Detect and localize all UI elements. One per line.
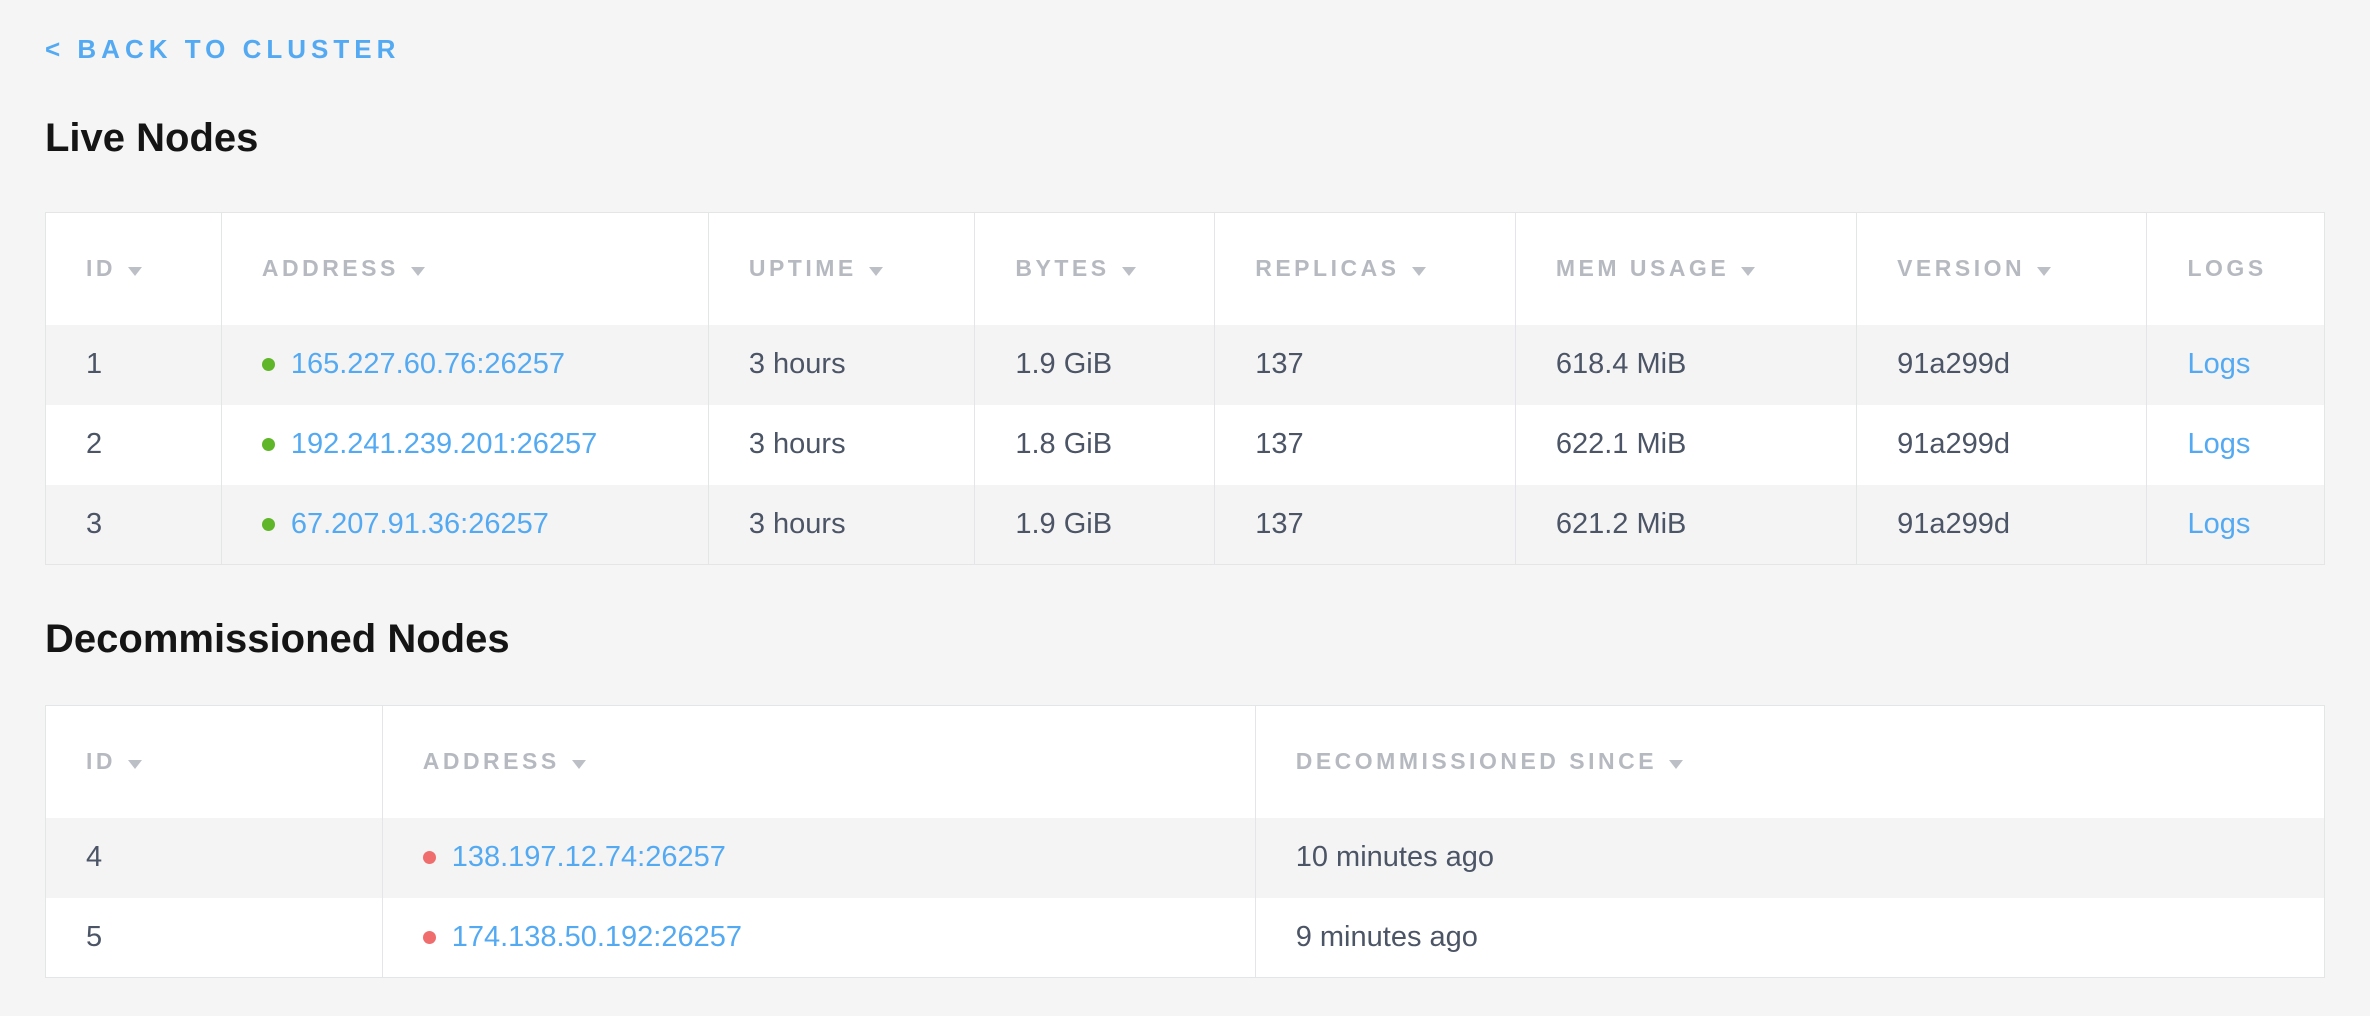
decommissioned-nodes-table: ID ADDRESS DECOMMISSIONED SINCE 4 138.197.12…	[45, 705, 2325, 978]
node-uptime-cell: 3 hours	[708, 405, 975, 485]
node-logs-cell: Logs	[2147, 485, 2325, 565]
decommissioned-since-cell: 9 minutes ago	[1255, 898, 2324, 978]
node-address-cell: 192.241.239.201:26257	[221, 405, 708, 485]
node-address-link[interactable]: 174.138.50.192:26257	[452, 921, 742, 953]
column-header-label: ID	[86, 748, 116, 774]
column-header-bytes[interactable]: BYTES	[975, 213, 1215, 325]
node-version-cell: 91a299d	[1857, 325, 2147, 405]
decommissioned-node-dot-icon	[423, 931, 436, 944]
live-node-dot-icon	[262, 518, 275, 531]
node-version-cell: 91a299d	[1857, 405, 2147, 485]
column-header-decommissioned-since[interactable]: DECOMMISSIONED SINCE	[1255, 706, 2324, 818]
table-row: 3 67.207.91.36:26257 3 hours1.9 GiB137621.…	[46, 485, 2325, 565]
node-id-cell: 4	[46, 818, 383, 898]
column-header-uptime[interactable]: UPTIME	[708, 213, 975, 325]
node-bytes-cell: 1.9 GiB	[975, 485, 1215, 565]
table-row: 2 192.241.239.201:26257 3 hours1.8 GiB1376…	[46, 405, 2325, 485]
sort-arrow-icon	[128, 267, 142, 276]
sort-arrow-icon	[1741, 267, 1755, 276]
table-header-row: ID ADDRESS UPTIME BYTES REPLICAS MEM USAGE VER…	[46, 213, 2325, 325]
sort-arrow-icon	[1122, 267, 1136, 276]
node-bytes-cell: 1.9 GiB	[975, 325, 1215, 405]
node-address-link[interactable]: 67.207.91.36:26257	[291, 508, 549, 540]
node-mem-usage-cell: 618.4 MiB	[1515, 325, 1856, 405]
node-address-link[interactable]: 165.227.60.76:26257	[291, 348, 565, 380]
table-row: 5 174.138.50.192:26257 9 minutes ago	[46, 898, 2325, 978]
column-header-label: LOGS	[2187, 255, 2266, 281]
live-node-dot-icon	[262, 358, 275, 371]
column-header-label: REPLICAS	[1255, 255, 1399, 281]
column-header-label: MEM USAGE	[1556, 255, 1729, 281]
logs-link[interactable]: Logs	[2187, 428, 2250, 460]
node-address-cell: 67.207.91.36:26257	[221, 485, 708, 565]
node-uptime-cell: 3 hours	[708, 485, 975, 565]
node-uptime-cell: 3 hours	[708, 325, 975, 405]
sort-arrow-icon	[1669, 760, 1683, 769]
node-id-cell: 1	[46, 325, 222, 405]
node-id-cell: 5	[46, 898, 383, 978]
decommissioned-since-cell: 10 minutes ago	[1255, 818, 2324, 898]
node-replicas-cell: 137	[1215, 325, 1516, 405]
node-version-cell: 91a299d	[1857, 485, 2147, 565]
sort-arrow-icon	[128, 760, 142, 769]
node-address-link[interactable]: 138.197.12.74:26257	[452, 841, 726, 873]
logs-link[interactable]: Logs	[2187, 508, 2250, 540]
table-header-row: ID ADDRESS DECOMMISSIONED SINCE	[46, 706, 2325, 818]
column-header-label: UPTIME	[749, 255, 857, 281]
logs-link[interactable]: Logs	[2187, 348, 2250, 380]
column-header-id[interactable]: ID	[46, 706, 383, 818]
table-row: 4 138.197.12.74:26257 10 minutes ago	[46, 818, 2325, 898]
node-replicas-cell: 137	[1215, 485, 1516, 565]
node-replicas-cell: 137	[1215, 405, 1516, 485]
sort-arrow-icon	[411, 267, 425, 276]
node-bytes-cell: 1.8 GiB	[975, 405, 1215, 485]
node-mem-usage-cell: 622.1 MiB	[1515, 405, 1856, 485]
column-header-version[interactable]: VERSION	[1857, 213, 2147, 325]
column-header-address[interactable]: ADDRESS	[382, 706, 1255, 818]
live-node-dot-icon	[262, 438, 275, 451]
column-header-label: ID	[86, 255, 116, 281]
column-header-mem-usage[interactable]: MEM USAGE	[1515, 213, 1856, 325]
node-mem-usage-cell: 621.2 MiB	[1515, 485, 1856, 565]
page: < BACK TO CLUSTER Live Nodes ID ADDRESS UP…	[0, 0, 2370, 978]
live-nodes-heading: Live Nodes	[45, 114, 2325, 162]
node-id-cell: 2	[46, 405, 222, 485]
column-header-label: BYTES	[1015, 255, 1109, 281]
column-header-label: ADDRESS	[423, 748, 560, 774]
column-header-id[interactable]: ID	[46, 213, 222, 325]
column-header-label: VERSION	[1897, 255, 2025, 281]
node-address-cell: 174.138.50.192:26257	[382, 898, 1255, 978]
node-logs-cell: Logs	[2147, 325, 2325, 405]
back-to-cluster-link[interactable]: < BACK TO CLUSTER	[45, 34, 400, 64]
sort-arrow-icon	[2037, 267, 2051, 276]
node-id-cell: 3	[46, 485, 222, 565]
column-header-replicas[interactable]: REPLICAS	[1215, 213, 1516, 325]
node-logs-cell: Logs	[2147, 405, 2325, 485]
decommissioned-node-dot-icon	[423, 851, 436, 864]
sort-arrow-icon	[869, 267, 883, 276]
sort-arrow-icon	[572, 760, 586, 769]
node-address-link[interactable]: 192.241.239.201:26257	[291, 428, 597, 460]
column-header-label: DECOMMISSIONED SINCE	[1296, 748, 1657, 774]
node-address-cell: 165.227.60.76:26257	[221, 325, 708, 405]
column-header-label: ADDRESS	[262, 255, 399, 281]
table-row: 1 165.227.60.76:26257 3 hours1.9 GiB137618…	[46, 325, 2325, 405]
decommissioned-nodes-heading: Decommissioned Nodes	[45, 615, 2325, 663]
node-address-cell: 138.197.12.74:26257	[382, 818, 1255, 898]
column-header-address[interactable]: ADDRESS	[221, 213, 708, 325]
sort-arrow-icon	[1412, 267, 1426, 276]
column-header-logs: LOGS	[2147, 213, 2325, 325]
live-nodes-table: ID ADDRESS UPTIME BYTES REPLICAS MEM USAGE VER…	[45, 212, 2325, 565]
